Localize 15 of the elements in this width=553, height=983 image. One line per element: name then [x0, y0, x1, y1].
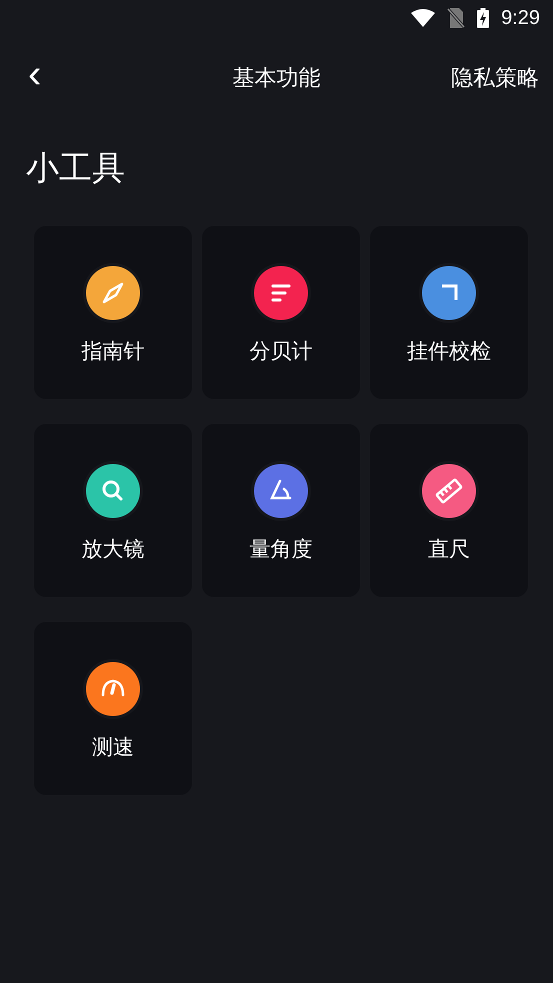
status-time: 9:29: [501, 6, 540, 30]
tool-card[interactable]: 直尺: [370, 424, 528, 597]
tool-card[interactable]: 量角度: [202, 424, 360, 597]
page-title: 基本功能: [232, 65, 320, 93]
battery-icon: [477, 8, 490, 28]
back-button[interactable]: ‹: [22, 54, 48, 102]
tool-card[interactable]: 挂件校检: [370, 226, 528, 399]
tool-card[interactable]: 放大镜: [34, 424, 192, 597]
section-title: 小工具: [25, 147, 126, 189]
tool-card[interactable]: 指南针: [34, 226, 192, 399]
tool-card[interactable]: 测速: [34, 622, 192, 795]
no-sim-icon: [447, 8, 466, 28]
wifi-icon: [411, 9, 436, 27]
privacy-policy-link[interactable]: 隐私策略: [451, 63, 539, 93]
tool-card[interactable]: 分贝计: [202, 226, 360, 399]
